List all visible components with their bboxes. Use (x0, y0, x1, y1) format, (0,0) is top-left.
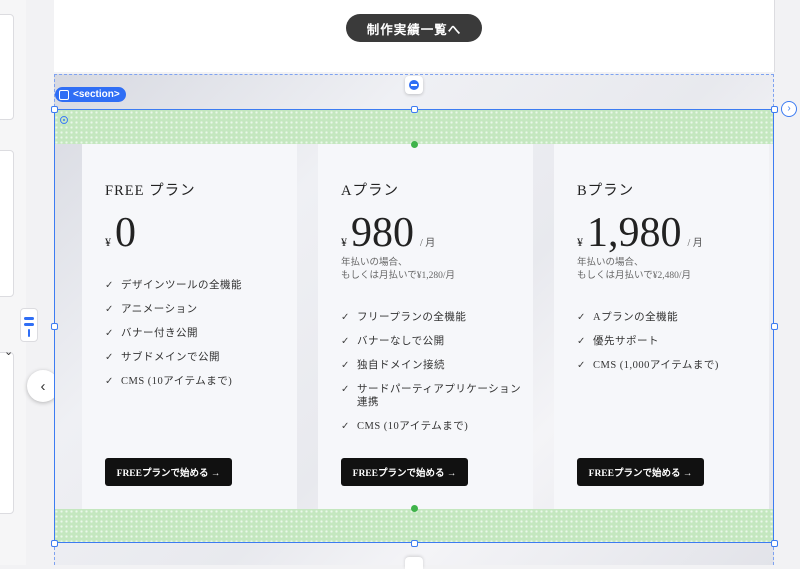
resize-handle[interactable] (411, 540, 418, 547)
resize-handle[interactable] (771, 323, 778, 330)
section-tag-label[interactable]: <section> (55, 87, 126, 102)
panel-card[interactable] (0, 14, 14, 120)
section-icon (59, 89, 69, 100)
resize-handle[interactable] (51, 323, 58, 330)
works-list-button[interactable]: 制作実績一覧へ (346, 14, 482, 42)
container-icon (60, 116, 68, 124)
section-tag-text: <section> (73, 89, 120, 100)
chevron-down-icon[interactable]: ⌄ (4, 345, 13, 358)
layers-panel-strip: ⌄ (0, 0, 26, 565)
panel-drag-handle[interactable] (20, 308, 38, 342)
resize-handle[interactable] (51, 106, 58, 113)
add-section-icon (409, 80, 419, 90)
chevron-left-icon: ‹ (40, 377, 46, 395)
resize-handle[interactable] (771, 540, 778, 547)
panel-card[interactable] (0, 150, 14, 297)
panel-card[interactable] (0, 352, 14, 514)
canvas-border (774, 0, 775, 72)
resize-handle[interactable] (411, 106, 418, 113)
chevron-right-icon[interactable]: › (781, 101, 797, 117)
add-section-button[interactable] (405, 76, 423, 94)
padding-drag-handle[interactable] (411, 141, 418, 148)
resize-handle[interactable] (51, 540, 58, 547)
resize-handle[interactable] (771, 106, 778, 113)
container-selection-outline (54, 109, 774, 543)
padding-drag-handle[interactable] (411, 505, 418, 512)
add-section-bottom-button[interactable] (405, 557, 423, 569)
